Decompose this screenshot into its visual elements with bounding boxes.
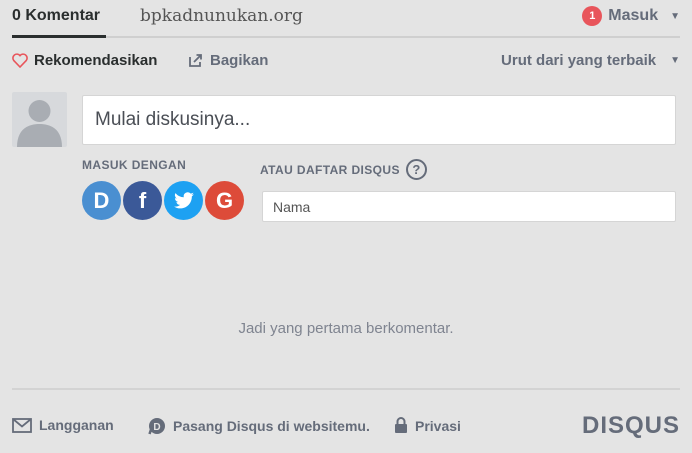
twitter-login-button[interactable] (164, 181, 203, 220)
twitter-icon (173, 191, 194, 208)
install-disqus-link[interactable]: D Pasang Disqus di websitemu. (148, 417, 370, 435)
share-button[interactable]: Bagikan (188, 52, 268, 69)
register-disqus: ATAU DAFTAR DISQUS ? (260, 159, 427, 180)
login-menu[interactable]: 1 Masuk ▼ (582, 6, 680, 26)
envelope-icon (12, 417, 32, 433)
subscribe-link[interactable]: Langganan (12, 417, 114, 433)
recommend-button[interactable]: Rekomendasikan (12, 52, 157, 69)
facebook-login-button[interactable]: f (123, 181, 162, 220)
share-icon (189, 54, 202, 67)
help-icon[interactable]: ? (405, 159, 427, 180)
subscribe-label: Langganan (39, 417, 114, 433)
empty-state-message: Jadi yang pertama berkomentar. (238, 320, 454, 337)
google-login-button[interactable]: G (205, 181, 244, 220)
chevron-down-icon: ▼ (670, 55, 680, 66)
disqus-icon: D (93, 187, 110, 213)
comment-textarea[interactable]: Mulai diskusinya... (82, 95, 676, 145)
footer-divider (12, 388, 680, 390)
register-heading: ATAU DAFTAR DISQUS (260, 162, 400, 177)
disqus-brand-logo[interactable]: DISQUS (582, 412, 680, 440)
recommend-label: Rekomendasikan (34, 52, 158, 69)
privacy-label: Privasi (415, 417, 461, 434)
sort-dropdown[interactable]: Urut dari yang terbaik ▼ (501, 52, 680, 69)
top-bar: 0 Komentar bpkadnunukan.org 1 Masuk ▼ (12, 0, 680, 38)
disqus-login-button[interactable]: D (82, 181, 121, 220)
avatar (12, 92, 67, 147)
social-login-buttons: D f G (82, 181, 244, 220)
login-with-heading: MASUK DENGAN (82, 158, 187, 172)
sort-label: Urut dari yang terbaik (501, 52, 657, 69)
notification-badge[interactable]: 1 (582, 6, 603, 26)
privacy-link[interactable]: Privasi (394, 417, 461, 434)
svg-text:D: D (153, 422, 160, 433)
facebook-icon: f (138, 187, 147, 213)
login-label[interactable]: Masuk (608, 7, 658, 25)
chevron-down-icon[interactable]: ▼ (670, 11, 680, 22)
lock-icon (395, 417, 407, 433)
install-label: Pasang Disqus di websitemu. (173, 418, 370, 434)
comments-count-tab[interactable]: 0 Komentar (12, 7, 107, 38)
user-placeholder-icon (17, 100, 62, 147)
footer: Langganan D Pasang Disqus di websitemu. … (12, 412, 680, 442)
google-icon: G (215, 187, 234, 213)
heart-icon (12, 53, 28, 68)
site-name-link[interactable]: bpkadnunukan.org (140, 6, 303, 26)
thread-actions: Rekomendasikan Bagikan Urut dari yang te… (12, 52, 680, 72)
disqus-logo-icon: D (148, 418, 165, 435)
name-field[interactable]: Nama (262, 191, 676, 222)
share-label: Bagikan (210, 52, 269, 69)
